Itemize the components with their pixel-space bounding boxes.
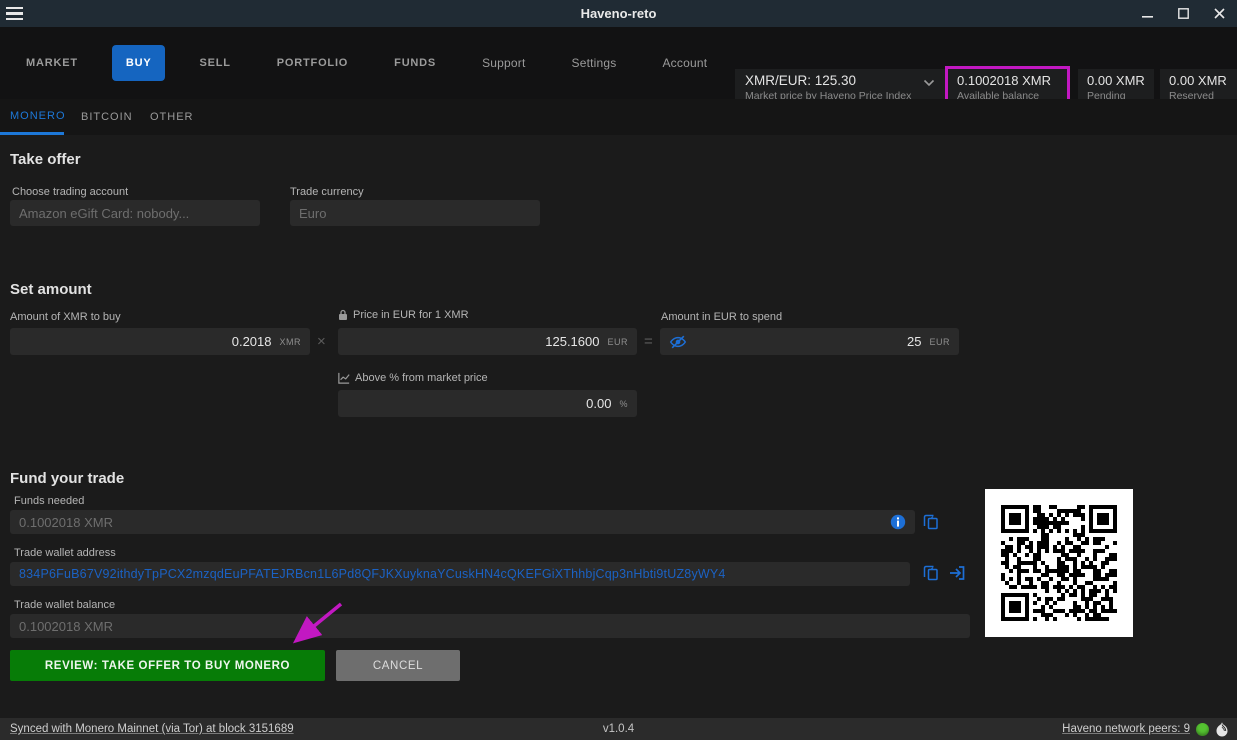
send-to-wallet-icon[interactable] [948,564,966,582]
app-version: v1.0.4 [603,723,634,735]
cancel-button[interactable]: CANCEL [336,650,460,681]
close-icon[interactable] [1201,0,1237,27]
price-suffix: EUR [607,337,628,347]
currency-tabstrip: MONERO BITCOIN OTHER [0,99,1237,135]
tab-bitcoin[interactable]: BITCOIN [71,99,143,135]
sync-status-link[interactable]: Synced with Monero Mainnet (via Tor) at … [10,723,294,735]
maximize-icon[interactable] [1165,0,1201,27]
deviation-label: Above % from market price [338,372,488,384]
tab-other[interactable]: OTHER [140,99,204,135]
hamburger-menu-icon[interactable] [0,0,34,27]
equals-sign: = [644,333,653,350]
nav-item-funds[interactable]: FUNDS [382,49,448,77]
copy-funds-icon[interactable] [922,513,940,531]
wallet-address-value: 834P6FuB67V92ithdyTpPCX2mzqdEuPFATEJRBcn… [19,567,726,581]
review-take-offer-button[interactable]: REVIEW: TAKE OFFER TO BUY MONERO [10,650,325,681]
deviation-value: 0.00 [586,396,611,411]
funds-needed-field: 0.1002018 XMR [10,510,915,534]
price-value: 125.1600 [545,334,599,349]
amount-input[interactable]: 0.2018 XMR [10,328,310,355]
tab-monero[interactable]: MONERO [0,99,64,135]
network-peers-link[interactable]: Haveno network peers: 9 [1062,723,1190,735]
price-label: Price in EUR for 1 XMR [338,309,469,321]
chart-icon [338,372,350,384]
trading-account-field: Amazon eGift Card: nobody... [10,200,260,226]
window-title: Haveno-reto [0,6,1237,21]
spend-value: 25 [907,334,921,349]
eye-off-icon[interactable] [669,334,687,350]
amount-label: Amount of XMR to buy [10,311,121,323]
wallet-address-label: Trade wallet address [14,547,116,559]
pending-balance-value: 0.00 XMR [1087,73,1145,88]
price-input[interactable]: 125.1600 EUR [338,328,637,355]
take-offer-title: Take offer [10,151,81,168]
nav-item-support[interactable]: Support [470,48,537,78]
wallet-balance-label: Trade wallet balance [14,599,115,611]
lock-icon [338,309,348,321]
reserved-balance-value: 0.00 XMR [1169,73,1228,88]
amount-suffix: XMR [280,337,302,347]
trade-currency-label: Trade currency [290,186,364,198]
copy-address-icon[interactable] [922,564,940,582]
market-price-pair: XMR/EUR: 125.30 [745,73,935,88]
nav-item-settings[interactable]: Settings [560,48,629,78]
set-amount-title: Set amount [10,281,92,298]
title-bar: Haveno-reto [0,0,1237,27]
nav-item-buy[interactable]: BUY [112,45,166,81]
spend-label: Amount in EUR to spend [661,311,782,323]
deviation-suffix: % [619,399,628,409]
funds-needed-label: Funds needed [14,495,84,507]
info-icon[interactable] [890,514,906,530]
wallet-balance-field: 0.1002018 XMR [10,614,970,638]
wallet-address-field[interactable]: 834P6FuB67V92ithdyTpPCX2mzqdEuPFATEJRBcn… [10,562,910,586]
minimize-icon[interactable] [1129,0,1165,27]
qr-code [985,489,1133,637]
available-balance-value: 0.1002018 XMR [957,73,1058,88]
connection-status-icon [1196,723,1209,736]
multiply-sign: × [317,333,326,350]
nav-item-sell[interactable]: SELL [187,49,242,77]
tor-onion-icon [1215,721,1229,738]
qr-code-pattern [1001,505,1117,621]
nav-item-portfolio[interactable]: PORTFOLIO [265,49,360,77]
nav-item-market[interactable]: MARKET [14,49,90,77]
fund-trade-title: Fund your trade [10,470,124,487]
status-bar: Synced with Monero Mainnet (via Tor) at … [0,718,1237,740]
spend-input[interactable]: 25 EUR [660,328,959,355]
deviation-input[interactable]: 0.00 % [338,390,637,417]
trading-account-label: Choose trading account [12,186,128,198]
nav-item-account[interactable]: Account [650,48,719,78]
trade-currency-field: Euro [290,200,540,226]
amount-value: 0.2018 [232,334,272,349]
chevron-down-icon [923,79,935,87]
spend-suffix: EUR [929,337,950,347]
main-navbar: MARKET BUY SELL PORTFOLIO FUNDS Support … [0,27,1237,99]
